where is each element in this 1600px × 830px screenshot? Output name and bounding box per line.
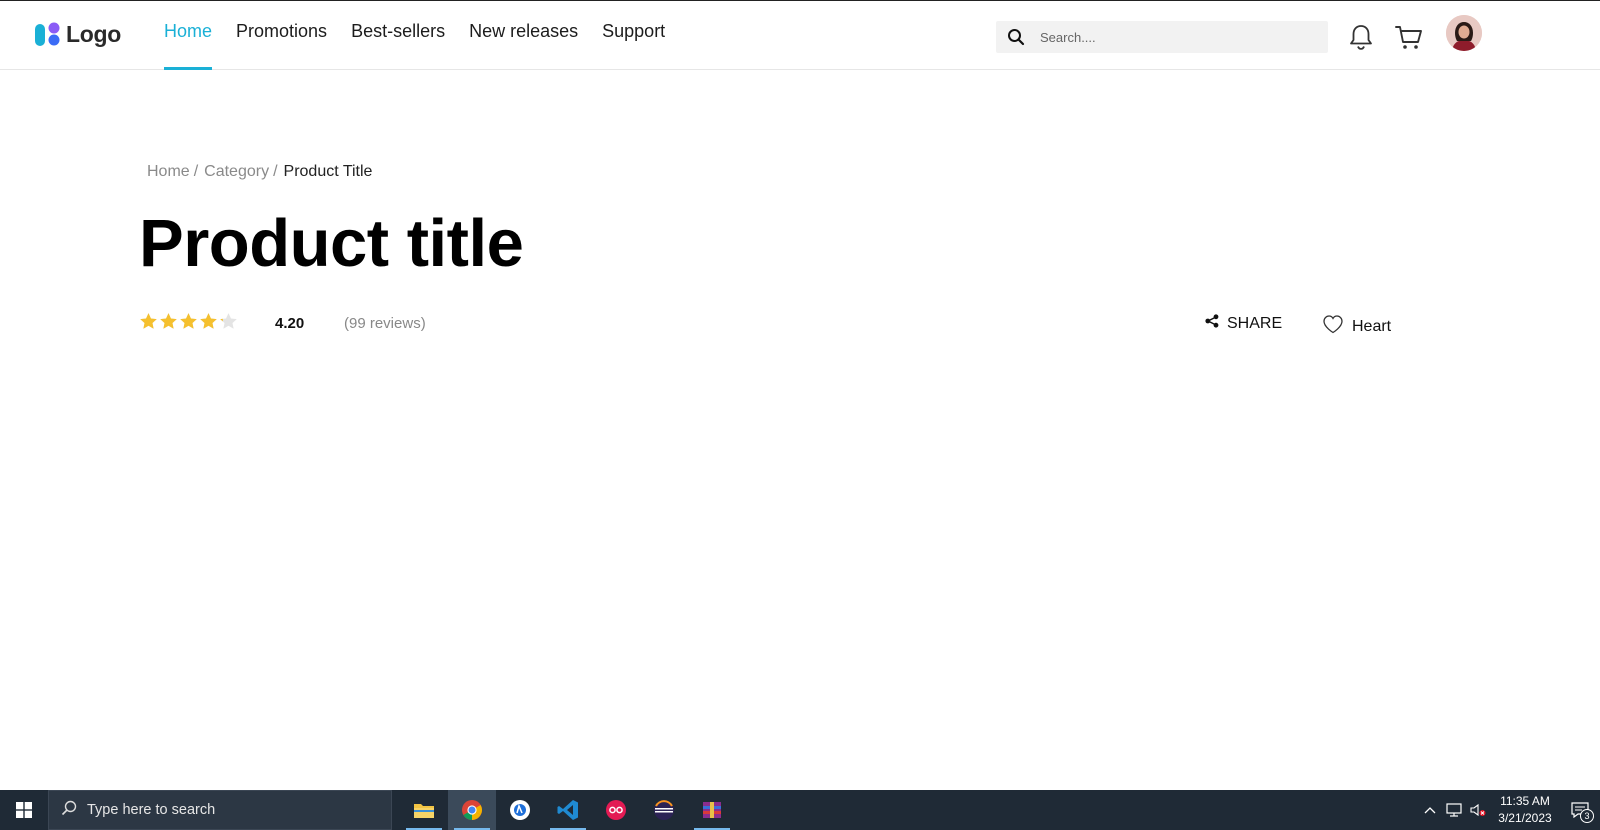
star-icon [140,313,157,329]
avatar[interactable] [1446,15,1482,51]
winrar-icon[interactable] [688,790,736,830]
share-label: SHARE [1227,314,1283,332]
search-icon[interactable] [996,21,1036,53]
file-explorer-icon[interactable] [400,790,448,830]
notification-center-icon[interactable]: 3 [1560,790,1600,830]
heart-label: Heart [1352,317,1392,335]
breadcrumb-item-home[interactable]: Home [147,163,190,180]
nav-item-promotions[interactable]: Promotions [236,1,327,70]
chevron-up-icon[interactable] [1418,790,1442,830]
breadcrumb: Home / Category / Product Title [147,163,372,181]
star-icon [220,313,237,329]
clock-date: 3/21/2023 [1498,811,1552,825]
system-tray: 11:35 AM 3/21/2023 3 [1418,790,1600,830]
chrome-icon[interactable] [448,790,496,830]
page-title: Product title [139,206,524,281]
breadcrumb-separator: / [193,163,199,180]
logo-icon [34,20,62,48]
breadcrumb-separator: / [273,163,278,180]
volume-muted-icon[interactable] [1466,790,1490,830]
search-box[interactable] [996,21,1328,53]
start-button[interactable] [0,790,48,830]
search-input[interactable] [1040,29,1320,45]
review-count[interactable]: (99 reviews) [344,315,426,332]
app-blue-circle-icon[interactable] [496,790,544,830]
app-red-icon[interactable] [592,790,640,830]
site-header: Logo Home Promotions Best-sellers New re… [0,1,1600,70]
star-icon [200,313,217,329]
taskbar-search-text: Type here to search [87,802,216,818]
star-rating [139,312,239,331]
breadcrumb-item-category[interactable]: Category [204,163,269,180]
star-icon [180,313,197,329]
cart-icon[interactable] [1394,23,1424,51]
network-icon[interactable] [1442,790,1466,830]
search-icon [61,800,77,821]
nav-item-home[interactable]: Home [164,1,213,70]
taskbar-apps [400,790,736,830]
logo[interactable]: Logo [34,20,121,48]
nav-item-support[interactable]: Support [602,1,665,70]
bell-icon[interactable] [1348,23,1374,51]
notification-badge: 3 [1580,809,1594,823]
nav-item-best-sellers[interactable]: Best-sellers [351,1,445,70]
windows-taskbar: Type here to search 11:35 AM 3/21/2023 3 [0,790,1600,830]
share-icon [1205,314,1219,333]
nav-item-new-releases[interactable]: New releases [469,1,578,70]
windows-icon [16,802,32,818]
logo-text: Logo [66,20,121,47]
heart-icon [1322,314,1344,339]
breadcrumb-item-current: Product Title [283,163,373,180]
heart-button[interactable]: Heart [1322,314,1391,339]
star-icon [160,313,177,329]
share-button[interactable]: SHARE [1205,314,1282,333]
rating-value: 4.20 [275,315,305,332]
vscode-icon[interactable] [544,790,592,830]
clock-time: 11:35 AM [1500,794,1550,808]
taskbar-search[interactable]: Type here to search [48,790,392,830]
taskbar-clock[interactable]: 11:35 AM 3/21/2023 [1490,793,1560,827]
eclipse-icon[interactable] [640,790,688,830]
main-nav: Home Promotions Best-sellers New release… [164,1,689,70]
